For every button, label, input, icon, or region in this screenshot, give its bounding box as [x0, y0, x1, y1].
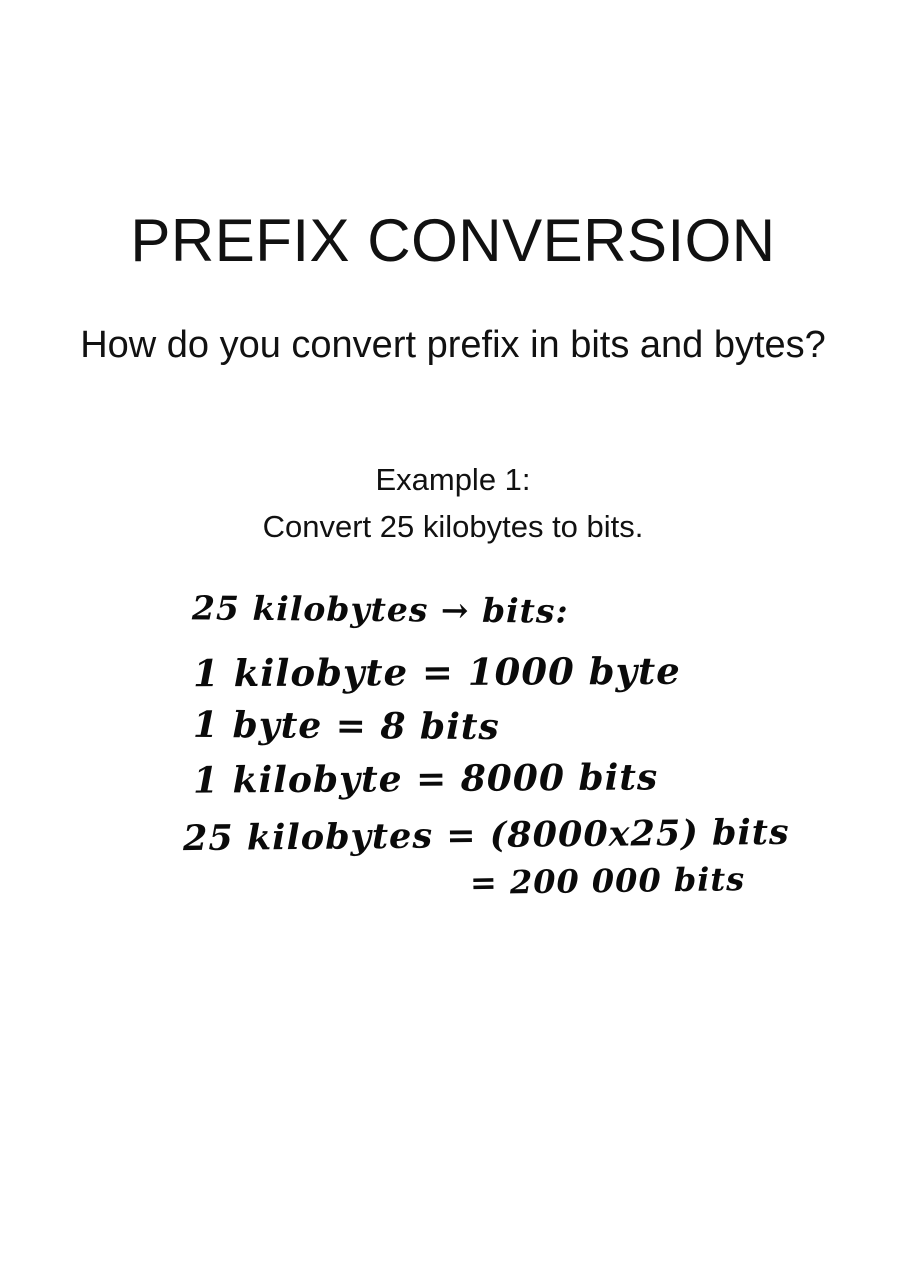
- page: PREFIX CONVERSION How do you convert pre…: [0, 0, 906, 1280]
- handwritten-line-3: 1 byte = 8 bits: [192, 703, 500, 749]
- handwritten-line-1: 25 kilobytes → bits:: [191, 588, 569, 631]
- page-subtitle: How do you convert prefix in bits and by…: [80, 324, 826, 366]
- handwritten-line-6: = 200 000 bits: [469, 860, 746, 902]
- handwritten-line-5: 25 kilobytes = (8000x25) bits: [182, 811, 790, 860]
- handwritten-work: 25 kilobytes → bits: 1 kilobyte = 1000 b…: [0, 0, 906, 1280]
- page-title: PREFIX CONVERSION: [130, 207, 776, 274]
- example-question: Convert 25 kilobytes to bits.: [262, 509, 644, 544]
- handwritten-line-2: 1 kilobyte = 1000 byte: [192, 648, 681, 696]
- handwritten-line-4: 1 kilobyte = 8000 bits: [192, 756, 659, 802]
- example-heading: Example 1:: [375, 462, 531, 497]
